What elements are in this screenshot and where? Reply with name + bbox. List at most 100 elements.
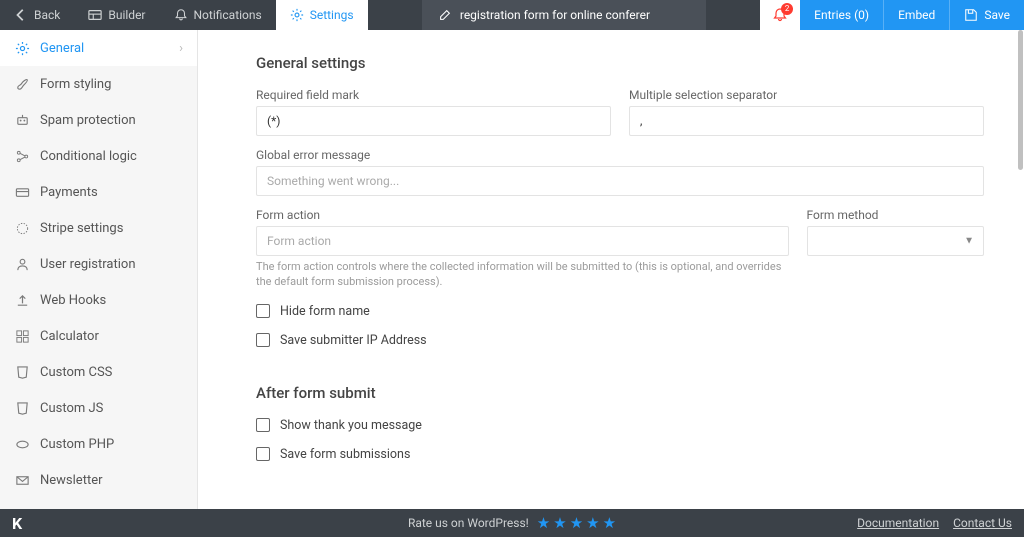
branch-icon [14,148,30,164]
sidebar-item-label: Spam protection [40,113,136,128]
upload-icon [14,292,30,308]
php-icon [14,436,30,452]
multi-sep-input[interactable] [629,106,984,136]
sidebar-item-payments[interactable]: Payments [0,174,197,210]
sidebar-item-custom-php[interactable]: Custom PHP [0,426,197,462]
alerts-badge: 2 [781,3,793,15]
settings-content: General settings Required field mark Mul… [198,30,1024,509]
sidebar-item-custom-css[interactable]: Custom CSS [0,354,197,390]
settings-label: Settings [310,8,354,22]
sidebar-item-newsletter[interactable]: Newsletter [0,462,197,498]
form-method-label: Form method [807,208,985,222]
checkbox-save-ip[interactable]: Save submitter IP Address [256,333,984,348]
global-error-label: Global error message [256,148,984,162]
sidebar-item-label: Custom CSS [40,365,112,380]
scrollbar[interactable] [1017,30,1024,509]
form-title-input[interactable] [460,8,690,22]
checkbox-icon [256,304,270,318]
mail-icon [14,472,30,488]
checkbox-label: Show thank you message [280,418,422,433]
settings-sidebar: General › Form styling Spam protection C… [0,30,198,509]
documentation-link[interactable]: Documentation [857,516,939,530]
notifications-tab[interactable]: Notifications [160,0,276,30]
sidebar-item-label: Payments [40,185,98,200]
checkbox-icon [256,418,270,432]
sidebar-item-calculator[interactable]: Calculator [0,318,197,354]
builder-label: Builder [108,8,145,22]
chevron-left-icon [14,8,28,22]
sidebar-item-label: Web Hooks [40,293,106,308]
checkbox-icon [256,333,270,347]
sidebar-item-label: Stripe settings [40,221,123,236]
section-title-general: General settings [256,54,984,72]
form-action-label: Form action [256,208,789,222]
robot-icon [14,112,30,128]
main-area: General › Form styling Spam protection C… [0,30,1024,509]
top-right-group: 2 Entries (0) Embed Save [760,0,1024,30]
user-icon [14,256,30,272]
global-error-input[interactable] [256,166,984,196]
gear-icon [290,8,304,22]
sidebar-item-label: Custom JS [40,401,103,416]
back-label: Back [34,8,60,22]
sidebar-item-label: User registration [40,257,136,272]
multi-sep-label: Multiple selection separator [629,88,984,102]
sidebar-item-slack[interactable]: Slack [0,498,197,509]
sidebar-item-label: General [40,41,84,56]
sidebar-item-form-styling[interactable]: Form styling [0,66,197,102]
rate-label: Rate us on WordPress! [408,516,529,530]
back-button[interactable]: Back [0,0,74,30]
required-mark-label: Required field mark [256,88,611,102]
notifications-label: Notifications [194,8,262,22]
sidebar-item-spam-protection[interactable]: Spam protection [0,102,197,138]
sidebar-item-label: Newsletter [40,473,103,488]
scrollbar-thumb[interactable] [1018,30,1023,170]
footer-bar: K Rate us on WordPress! ★★★★★ Documentat… [0,509,1024,537]
bell-icon [174,8,188,22]
sidebar-item-label: Custom PHP [40,437,114,452]
top-left-group: Back Builder Notifications Settings [0,0,368,30]
form-title-field[interactable] [422,0,706,30]
save-button[interactable]: Save [949,0,1024,30]
builder-tab[interactable]: Builder [74,0,159,30]
required-mark-input[interactable] [256,106,611,136]
settings-tab[interactable]: Settings [276,0,368,30]
sidebar-item-user-registration[interactable]: User registration [0,246,197,282]
checkbox-show-thank-you[interactable]: Show thank you message [256,418,984,433]
card-icon [14,184,30,200]
checkbox-label: Save submitter IP Address [280,333,427,348]
sidebar-item-label: Form styling [40,77,111,92]
checkbox-hide-form-name[interactable]: Hide form name [256,304,984,319]
checkbox-icon [256,447,270,461]
sidebar-item-web-hooks[interactable]: Web Hooks [0,282,197,318]
form-action-help: The form action controls where the colle… [256,259,789,290]
rate-us[interactable]: Rate us on WordPress! ★★★★★ [408,514,616,532]
sidebar-item-custom-js[interactable]: Custom JS [0,390,197,426]
sidebar-item-label: Conditional logic [40,149,137,164]
builder-icon [88,8,102,22]
top-bar: Back Builder Notifications Settings [0,0,1024,30]
entries-label: Entries (0) [814,8,869,22]
stars-icon: ★★★★★ [537,514,616,532]
stripe-icon [14,220,30,236]
embed-button[interactable]: Embed [883,0,949,30]
sidebar-item-stripe[interactable]: Stripe settings [0,210,197,246]
chevron-right-icon: › [179,41,183,56]
entries-button[interactable]: Entries (0) [800,0,883,30]
contact-link[interactable]: Contact Us [953,516,1012,530]
css-icon [14,364,30,380]
form-method-select[interactable] [807,226,985,256]
brush-icon [14,76,30,92]
section-title-after-submit: After form submit [256,384,984,402]
sidebar-item-conditional-logic[interactable]: Conditional logic [0,138,197,174]
checkbox-label: Hide form name [280,304,370,319]
alerts-button[interactable]: 2 [760,0,800,30]
edit-icon [438,8,452,22]
save-icon [964,8,978,22]
sidebar-item-label: Calculator [40,329,99,344]
form-action-input[interactable] [256,226,789,256]
checkbox-save-submissions[interactable]: Save form submissions [256,447,984,462]
checkbox-label: Save form submissions [280,447,410,462]
footer-links: Documentation Contact Us [857,516,1012,530]
sidebar-item-general[interactable]: General › [0,30,197,66]
